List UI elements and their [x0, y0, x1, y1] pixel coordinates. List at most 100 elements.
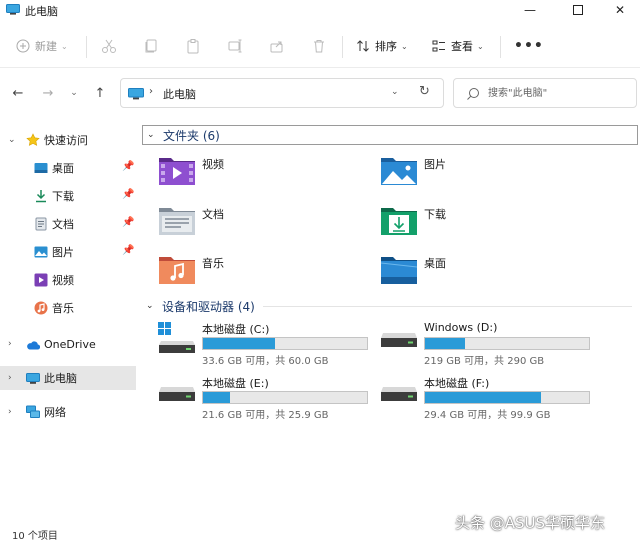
- folder-name: 文档: [202, 208, 224, 221]
- minimize-button[interactable]: —: [508, 0, 552, 20]
- drive-usage-fill: [425, 338, 466, 349]
- drive-f[interactable]: 本地磁盘 (F:) 29.4 GB 可用，共 99.9 GB: [380, 375, 600, 421]
- cut-button[interactable]: [101, 36, 117, 56]
- folder-music[interactable]: 音乐: [158, 253, 358, 293]
- plus-circle-icon: [16, 39, 30, 53]
- folder-videos[interactable]: 视频: [158, 154, 358, 194]
- sidebar-item-music[interactable]: 音乐: [0, 296, 136, 320]
- breadcrumb-chevron-icon[interactable]: ›: [149, 86, 153, 97]
- view-list-icon: [432, 40, 445, 52]
- drive-name: 本地磁盘 (E:): [202, 377, 269, 390]
- drive-e[interactable]: 本地磁盘 (E:) 21.6 GB 可用，共 25.9 GB: [158, 375, 378, 421]
- this-pc-icon: [6, 4, 20, 15]
- maximize-button[interactable]: [556, 0, 600, 20]
- search-box[interactable]: [453, 78, 637, 108]
- pictures-folder-icon: [381, 158, 417, 185]
- maximize-icon: [573, 5, 583, 15]
- folder-name: 音乐: [202, 257, 224, 270]
- breadcrumb-this-pc[interactable]: 此电脑: [163, 86, 196, 102]
- hard-drive-icon: [159, 387, 195, 401]
- rename-button[interactable]: [227, 36, 243, 56]
- title-bar: 此电脑 — ✕: [0, 0, 640, 20]
- window-title: 此电脑: [25, 5, 58, 18]
- watermark: 头条 @ASUS华硕华东: [455, 514, 606, 532]
- new-button[interactable]: 新建 ⌄: [16, 36, 68, 56]
- delete-button[interactable]: [311, 36, 327, 56]
- clipboard-icon: [187, 39, 199, 54]
- folder-pictures[interactable]: 图片: [380, 154, 580, 194]
- chevron-right-icon[interactable]: ›: [8, 407, 12, 417]
- pin-icon: 📌: [122, 217, 135, 228]
- drive-name: 本地磁盘 (C:): [202, 323, 270, 336]
- music-icon: [34, 301, 48, 315]
- group-title: 文件夹 (6): [163, 128, 220, 143]
- sort-button-label: 排序: [375, 40, 397, 53]
- forward-button[interactable]: →: [40, 85, 56, 101]
- drive-space-info: 33.6 GB 可用，共 60.0 GB: [202, 356, 329, 367]
- search-icon: [467, 88, 479, 100]
- sidebar-item-onedrive[interactable]: › OneDrive: [0, 332, 136, 356]
- chevron-right-icon[interactable]: ›: [8, 373, 12, 383]
- sidebar-item-label: 下载: [52, 190, 74, 203]
- drive-name: 本地磁盘 (F:): [424, 377, 490, 390]
- recent-locations-button[interactable]: ⌄: [66, 85, 82, 101]
- view-button-label: 查看: [451, 40, 473, 53]
- copy-icon: [145, 39, 157, 53]
- drive-c[interactable]: 本地磁盘 (C:) 33.6 GB 可用，共 60.0 GB: [158, 321, 378, 367]
- chevron-down-icon[interactable]: ⌄: [147, 130, 157, 140]
- group-title: 设备和驱动器 (4): [162, 299, 255, 314]
- sidebar-item-quick-access[interactable]: ⌄ 快速访问: [0, 128, 136, 152]
- up-button[interactable]: ↑: [92, 85, 108, 101]
- drive-usage-fill: [425, 392, 541, 403]
- sidebar-item-this-pc[interactable]: › 此电脑: [0, 366, 136, 390]
- sidebar-item-label: 图片: [52, 246, 74, 259]
- group-divider: [262, 305, 632, 307]
- video-icon: [34, 273, 48, 287]
- paste-button[interactable]: [185, 36, 201, 56]
- sort-icon: [357, 40, 369, 52]
- sidebar-item-label: 此电脑: [44, 372, 77, 385]
- search-input[interactable]: [488, 84, 628, 102]
- copy-button[interactable]: [143, 36, 159, 56]
- view-button[interactable]: 查看 ⌄: [432, 36, 484, 56]
- folder-desktop[interactable]: 桌面: [380, 253, 580, 293]
- sidebar-item-pictures[interactable]: 图片 📌: [0, 240, 136, 264]
- network-icon: [26, 405, 40, 418]
- folder-documents[interactable]: 文档: [158, 204, 358, 244]
- download-icon: [36, 190, 46, 203]
- content-pane: ⌄ 文件夹 (6) 视频 图片 文档 下载 音乐 桌面 ⌄ 设备和驱动器 (4)…: [140, 118, 640, 518]
- drive-d[interactable]: Windows (D:) 219 GB 可用，共 290 GB: [380, 321, 600, 367]
- sidebar-item-desktop[interactable]: 桌面 📌: [0, 156, 136, 180]
- chevron-down-icon: ⌄: [477, 41, 484, 51]
- star-icon: [26, 133, 40, 146]
- devices-group-header[interactable]: ⌄ 设备和驱动器 (4): [142, 296, 638, 316]
- sidebar-item-videos[interactable]: 视频: [0, 268, 136, 292]
- drive-usage-bar: [424, 391, 590, 404]
- hard-drive-icon: [381, 387, 417, 401]
- navigation-pane: ⌄ 快速访问 桌面 📌 下载 📌 文档 📌 图片 📌 视频 音乐 › OneDr…: [0, 118, 138, 518]
- drive-usage-fill: [203, 338, 276, 349]
- picture-icon: [34, 246, 48, 258]
- hard-drive-icon: [381, 333, 417, 347]
- more-options-button[interactable]: •••: [514, 36, 544, 56]
- chevron-down-icon[interactable]: ⌄: [391, 87, 399, 97]
- back-button[interactable]: ←: [10, 85, 26, 101]
- sidebar-item-network[interactable]: › 网络: [0, 400, 136, 424]
- share-button[interactable]: [269, 36, 285, 56]
- toolbar-divider: [86, 36, 87, 58]
- folder-downloads[interactable]: 下载: [380, 204, 580, 244]
- chevron-down-icon[interactable]: ⌄: [8, 135, 16, 145]
- toolbar-divider: [342, 36, 343, 58]
- refresh-icon[interactable]: ↻: [419, 84, 430, 99]
- folders-group-header[interactable]: ⌄ 文件夹 (6): [142, 125, 638, 145]
- sidebar-item-documents[interactable]: 文档 📌: [0, 212, 136, 236]
- chevron-right-icon[interactable]: ›: [8, 339, 12, 349]
- downloads-folder-icon: [381, 208, 417, 235]
- chevron-down-icon: ⌄: [401, 41, 408, 51]
- sidebar-item-label: 视频: [52, 274, 74, 287]
- close-button[interactable]: ✕: [598, 0, 640, 20]
- chevron-down-icon[interactable]: ⌄: [146, 301, 156, 311]
- sort-button[interactable]: 排序 ⌄: [356, 36, 408, 56]
- address-bar[interactable]: › 此电脑 ⌄ ↻: [120, 78, 444, 108]
- sidebar-item-downloads[interactable]: 下载 📌: [0, 184, 136, 208]
